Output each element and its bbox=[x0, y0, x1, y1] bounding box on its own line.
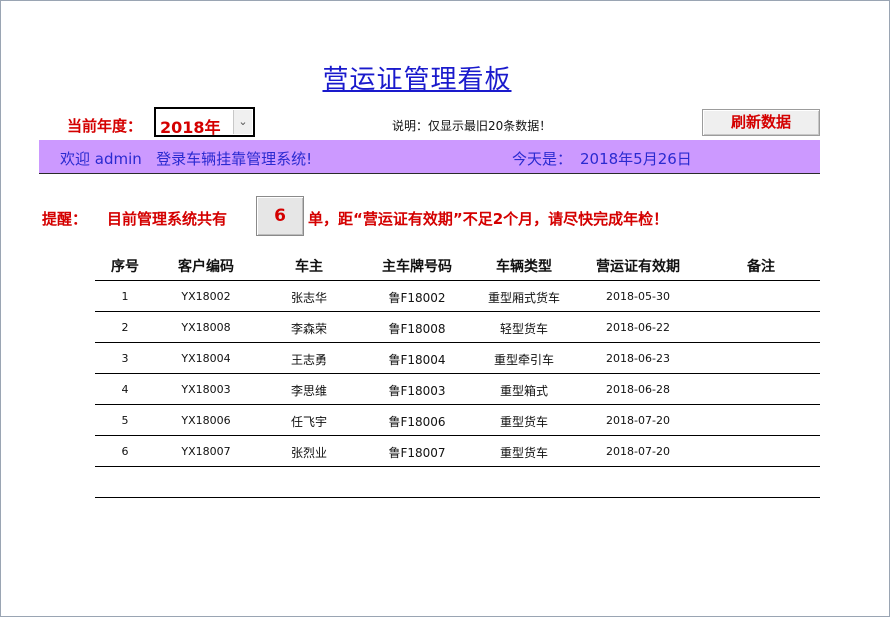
cell-owner: 王志勇 bbox=[290, 353, 328, 367]
year-label: 当前年度： bbox=[67, 117, 143, 135]
cell-plate: 鲁F18004 bbox=[388, 353, 446, 367]
cell-plate: 鲁F18002 bbox=[388, 291, 446, 305]
welcome-bar: 欢迎 admin 登录车辆挂靠管理系统! 今天是： 2018年5月26日 bbox=[39, 140, 820, 174]
expiring-count: 6 bbox=[256, 196, 304, 236]
cell-seq: 4 bbox=[121, 383, 129, 396]
table-row: 2 YX18008 李森荣 鲁F18008 轻型货车 2018-06-22 bbox=[95, 312, 820, 343]
cell-expiry: 2018-07-20 bbox=[606, 445, 670, 458]
cell-vehicle-type: 重型厢式货车 bbox=[487, 291, 561, 305]
table-row bbox=[95, 467, 820, 498]
refresh-data-button[interactable]: 刷新数据 bbox=[702, 109, 820, 136]
cell-customer-code: YX18008 bbox=[181, 321, 231, 334]
reminder-suffix: 单，距“营运证有效期”不足2个月，请尽快完成年检！ bbox=[308, 210, 669, 228]
table-row: 5 YX18006 任飞宇 鲁F18006 重型货车 2018-07-20 bbox=[95, 405, 820, 436]
col-header-expiry: 营运证有效期 bbox=[596, 259, 680, 275]
table-row: 1 YX18002 张志华 鲁F18002 重型厢式货车 2018-05-30 bbox=[95, 281, 820, 312]
cell-vehicle-type: 重型货车 bbox=[499, 446, 549, 460]
chevron-down-icon[interactable]: ⌄ bbox=[233, 110, 252, 134]
cell-expiry: 2018-05-30 bbox=[606, 290, 670, 303]
cell-owner: 李思维 bbox=[290, 384, 328, 398]
col-header-code: 客户编码 bbox=[178, 259, 234, 275]
cell-expiry: 2018-06-23 bbox=[606, 352, 670, 365]
cell-seq: 6 bbox=[121, 445, 129, 458]
year-select-value: 2018年 bbox=[160, 118, 221, 137]
col-header-type: 车辆类型 bbox=[496, 259, 552, 275]
reminder-label: 提醒： bbox=[42, 210, 88, 228]
col-header-owner: 车主 bbox=[295, 259, 323, 275]
cell-vehicle-type: 重型货车 bbox=[499, 415, 549, 429]
note-text: 说明：仅显示最旧20条数据！ bbox=[392, 119, 552, 133]
col-header-seq: 序号 bbox=[111, 259, 139, 275]
table-row: 6 YX18007 张烈业 鲁F18007 重型货车 2018-07-20 bbox=[95, 436, 820, 467]
cell-seq: 3 bbox=[121, 352, 129, 365]
col-header-plate: 主车牌号码 bbox=[382, 259, 452, 275]
cell-owner: 张烈业 bbox=[290, 446, 328, 460]
table-header: 序号 客户编码 车主 主车牌号码 车辆类型 营运证有效期 备注 bbox=[95, 256, 820, 281]
cell-plate: 鲁F18006 bbox=[388, 415, 446, 429]
today-label: 今天是： bbox=[512, 150, 573, 168]
cell-vehicle-type: 重型箱式 bbox=[499, 384, 549, 398]
dashboard-sheet: 营运证管理看板 当前年度： 2018年 ⌄ 说明：仅显示最旧20条数据！ 刷新数… bbox=[0, 0, 890, 617]
cell-owner: 李森荣 bbox=[290, 322, 328, 336]
cell-expiry: 2018-06-22 bbox=[606, 321, 670, 334]
cell-customer-code: YX18003 bbox=[181, 383, 231, 396]
year-select[interactable]: 2018年 ⌄ bbox=[154, 107, 255, 137]
cell-plate: 鲁F18007 bbox=[388, 446, 446, 460]
cell-customer-code: YX18007 bbox=[181, 445, 231, 458]
cell-seq: 5 bbox=[121, 414, 129, 427]
col-header-remarks: 备注 bbox=[747, 259, 775, 275]
cell-expiry: 2018-07-20 bbox=[606, 414, 670, 427]
cell-customer-code: YX18004 bbox=[181, 352, 231, 365]
cell-vehicle-type: 轻型货车 bbox=[499, 322, 549, 336]
welcome-text: 欢迎 admin 登录车辆挂靠管理系统! bbox=[60, 150, 313, 168]
cell-customer-code: YX18006 bbox=[181, 414, 231, 427]
cell-owner: 任飞宇 bbox=[290, 415, 328, 429]
today-date: 2018年5月26日 bbox=[580, 150, 692, 168]
reminder-prefix: 目前管理系统共有 bbox=[107, 210, 228, 228]
cell-customer-code: YX18002 bbox=[181, 290, 231, 303]
table-row: 4 YX18003 李思维 鲁F18003 重型箱式 2018-06-28 bbox=[95, 374, 820, 405]
cell-owner: 张志华 bbox=[290, 291, 328, 305]
cell-seq: 1 bbox=[121, 290, 129, 303]
cell-vehicle-type: 重型牵引车 bbox=[493, 353, 555, 367]
cell-seq: 2 bbox=[121, 321, 129, 334]
page-title: 营运证管理看板 bbox=[322, 65, 512, 95]
cell-plate: 鲁F18003 bbox=[388, 384, 446, 398]
cell-plate: 鲁F18008 bbox=[388, 322, 446, 336]
table-row: 3 YX18004 王志勇 鲁F18004 重型牵引车 2018-06-23 bbox=[95, 343, 820, 374]
cell-expiry: 2018-06-28 bbox=[606, 383, 670, 396]
